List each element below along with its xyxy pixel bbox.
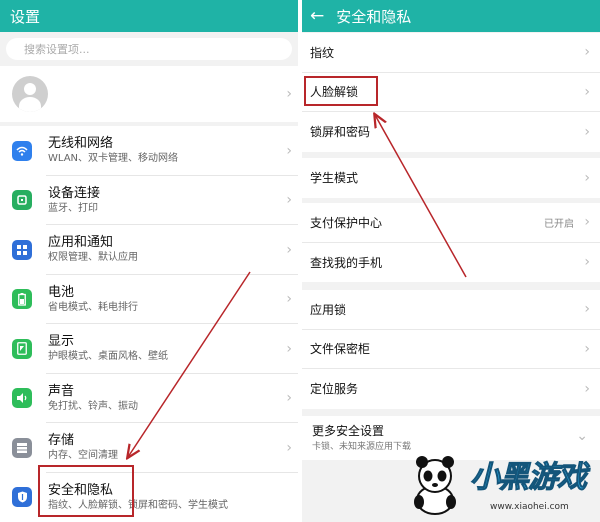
settings-item-title: 安全和隐私 (48, 482, 114, 498)
battery-icon (12, 289, 32, 310)
panda-logo-icon (414, 456, 456, 515)
privacy-group: 应用锁 › 文件保密柜 › 定位服务 › (302, 290, 600, 409)
settings-item-subtitle: 省电模式、耗电排行 (48, 301, 138, 313)
settings-item-display[interactable]: 显示 护眼模式、桌面风格、壁纸 › (0, 324, 298, 374)
chevron-right-icon: › (286, 86, 292, 102)
menu-item-label: 查找我的手机 (310, 255, 383, 270)
settings-list: 无线和网络 WLAN、双卡管理、移动网络 › 设备连接 蓝牙、打印 › 应用和通知权… (0, 126, 298, 522)
settings-item-title: 显示 (48, 334, 75, 350)
watermark: 小黑游戏 www.xiaohei.com (398, 448, 598, 520)
menu-item-location-services[interactable]: 定位服务 › (302, 369, 600, 409)
menu-item-fingerprint[interactable]: 指纹 › (302, 33, 600, 73)
menu-item-face-unlock[interactable]: 人脸解锁 › (302, 73, 600, 112)
chevron-right-icon: › (584, 123, 590, 140)
settings-item-title: 应用和通知 (48, 235, 114, 251)
settings-item-wireless[interactable]: 无线和网络 WLAN、双卡管理、移动网络 › (0, 126, 298, 176)
settings-item-battery[interactable]: 电池 省电模式、耗电排行 › (0, 275, 298, 324)
menu-item-label: 文件保密柜 (310, 342, 371, 357)
security-header: ← 安全和隐私 (302, 0, 600, 32)
chevron-right-icon: › (286, 192, 292, 209)
settings-title: 设置 (10, 7, 41, 26)
wifi-icon (12, 140, 32, 161)
chevron-right-icon: › (584, 44, 590, 61)
menu-item-label: 定位服务 (310, 382, 359, 397)
chevron-right-icon: › (286, 241, 292, 258)
settings-item-subtitle: 护眼模式、桌面风格、壁纸 (48, 351, 168, 363)
search-input[interactable]: 搜索设置项... (6, 38, 292, 60)
watermark-url: www.xiaohei.com (490, 502, 569, 512)
menu-item-label: 更多安全设置 (312, 423, 385, 438)
settings-item-subtitle: 指纹、人脸解锁、锁屏和密码、学生模式 (48, 499, 228, 511)
student-group: 学生模式 › (302, 158, 600, 198)
settings-item-subtitle: 权限管理、默认应用 (48, 252, 138, 264)
menu-item-label: 应用锁 (310, 302, 347, 317)
settings-item-title: 电池 (48, 284, 75, 300)
settings-item-title: 声音 (48, 383, 75, 399)
settings-item-device-connect[interactable]: 设备连接 蓝牙、打印 › (0, 176, 298, 225)
display-icon (12, 338, 32, 359)
chevron-right-icon: › (286, 340, 292, 357)
menu-item-payment-protection[interactable]: 支付保护中心 已开启 › (302, 203, 600, 243)
device-connect-icon (12, 190, 32, 211)
settings-screen: 设置 搜索设置项... › 无线和网络 WLAN、双卡管理、移动网络 › 设备连接… (0, 0, 298, 522)
chevron-right-icon: › (286, 142, 292, 159)
settings-item-title: 无线和网络 (48, 136, 114, 152)
search-placeholder: 搜索设置项... (24, 43, 90, 56)
menu-item-label: 学生模式 (310, 171, 359, 186)
apps-icon (12, 239, 32, 260)
chevron-right-icon: › (584, 169, 590, 186)
settings-item-title: 存储 (48, 433, 75, 449)
settings-item-subtitle: 内存、空间清理 (48, 450, 118, 462)
chevron-right-icon: › (584, 83, 590, 100)
chevron-right-icon: › (584, 214, 590, 231)
menu-item-file-safe[interactable]: 文件保密柜 › (302, 330, 600, 369)
chevron-down-icon: ⌄ (576, 428, 588, 444)
chevron-right-icon: › (286, 291, 292, 308)
security-privacy-screen: ← 安全和隐私 指纹 › 人脸解锁 › 锁屏和密码 › 学生模式 › 支付保护中心 已开启… (302, 0, 600, 522)
settings-item-storage[interactable]: 存储 内存、空间清理 › (0, 423, 298, 473)
menu-item-label: 锁屏和密码 (310, 125, 371, 140)
chevron-right-icon: › (584, 340, 590, 357)
back-arrow-icon[interactable]: ← (310, 6, 324, 26)
menu-item-label: 指纹 (310, 45, 335, 60)
settings-item-sound[interactable]: 声音 免打扰、铃声、振动 › (0, 374, 298, 423)
settings-item-security-privacy[interactable]: 安全和隐私 指纹、人脸解锁、锁屏和密码、学生模式 (0, 473, 298, 522)
settings-item-subtitle: 蓝牙、打印 (48, 202, 98, 214)
menu-item-app-lock[interactable]: 应用锁 › (302, 290, 600, 330)
menu-item-student-mode[interactable]: 学生模式 › (302, 158, 600, 198)
payment-group: 支付保护中心 已开启 › 查找我的手机 › (302, 203, 600, 282)
menu-item-lock-screen-password[interactable]: 锁屏和密码 › (302, 112, 600, 152)
sound-icon (12, 388, 32, 409)
chevron-right-icon: › (286, 439, 292, 456)
chevron-right-icon: › (584, 380, 590, 397)
menu-item-label: 支付保护中心 (310, 215, 383, 230)
storage-icon (12, 437, 32, 458)
settings-item-subtitle: 免打扰、铃声、振动 (48, 400, 138, 412)
security-title: 安全和隐私 (336, 7, 412, 26)
settings-header: 设置 (0, 0, 298, 32)
avatar (12, 76, 48, 112)
account-row[interactable]: › (0, 66, 298, 122)
settings-item-apps[interactable]: 应用和通知 权限管理、默认应用 › (0, 225, 298, 275)
chevron-right-icon: › (286, 390, 292, 407)
settings-item-title: 设备连接 (48, 185, 101, 201)
menu-item-find-my-phone[interactable]: 查找我的手机 › (302, 243, 600, 283)
menu-item-label: 人脸解锁 (310, 85, 359, 100)
security-group: 指纹 › 人脸解锁 › 锁屏和密码 › (302, 33, 600, 152)
watermark-logo: 小黑游戏 (470, 460, 588, 496)
shield-icon (12, 487, 32, 508)
status-value: 已开启 (544, 218, 574, 230)
settings-item-subtitle: WLAN、双卡管理、移动网络 (48, 153, 179, 165)
chevron-right-icon: › (584, 254, 590, 271)
chevron-right-icon: › (584, 301, 590, 318)
